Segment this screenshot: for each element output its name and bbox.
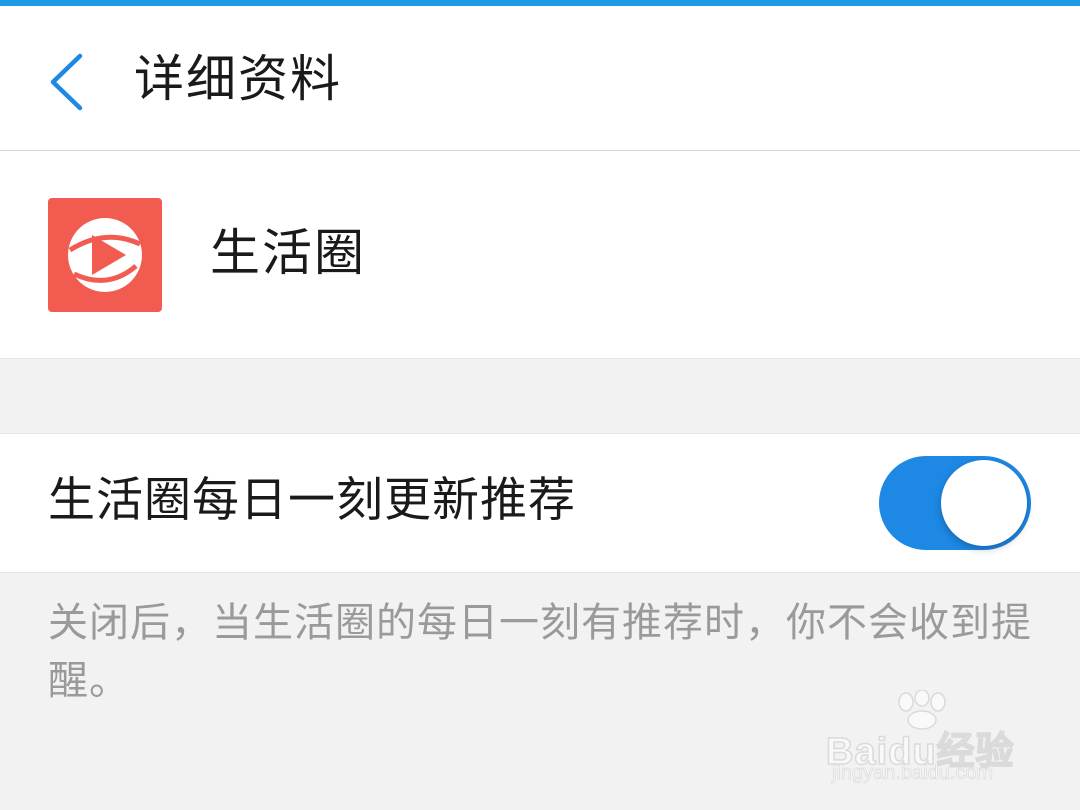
page-title: 详细资料	[134, 50, 342, 108]
app-name: 生活圈	[210, 224, 366, 282]
setting-label: 生活圈每日一刻更新推荐	[48, 473, 576, 528]
recommend-toggle[interactable]	[879, 456, 1031, 550]
header-bar: 详细资料	[0, 6, 1080, 151]
watermark-url: jingyan.baidu.com	[832, 762, 994, 785]
setting-row-daily-recommend: 生活圈每日一刻更新推荐	[0, 433, 1080, 573]
back-button[interactable]	[36, 42, 96, 122]
chevron-left-icon	[36, 42, 96, 122]
baidu-watermark: Baidu经验 jingyan.baidu.com	[825, 689, 1026, 790]
app-logo	[48, 198, 162, 312]
profile-row: 生活圈	[0, 151, 1080, 359]
toggle-knob	[941, 460, 1027, 546]
